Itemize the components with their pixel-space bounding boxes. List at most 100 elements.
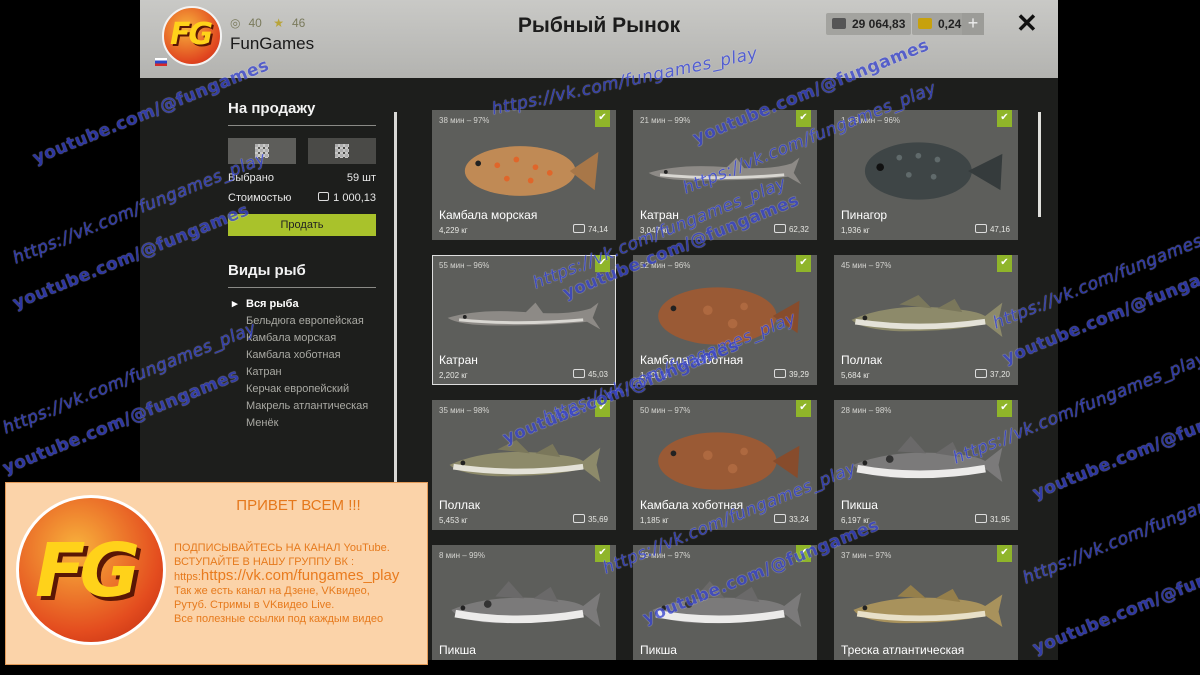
fish-name: Пикша [640,643,677,657]
check-icon[interactable]: ✔ [997,545,1012,562]
money-icon [572,369,585,378]
fish-type-item[interactable]: Менёк [228,417,376,429]
promo-line: Рутуб. Стримы в VKвидео Live. [174,599,335,611]
fish-time-quality: 38 мин – 97% [439,116,490,125]
fish-time-quality: 8 мин – 99% [439,551,485,560]
promo-banner: FG ПРИВЕТ ВСЕМ !!! ПОДПИСЫВАЙТЕСЬ НА КАН… [5,482,428,665]
promo-line: ПОДПИСЫВАЙТЕСЬ НА КАНАЛ YouTube. [174,542,390,554]
cost-label: Стоимостью [228,192,292,204]
promo-title: ПРИВЕТ ВСЕМ !!! [236,497,361,514]
fish-plaice-icon [464,146,599,196]
flag-icon [155,58,167,66]
fish-price: 74,14 [572,224,608,234]
fish-price: 39,29 [773,369,809,379]
fish-pollock-icon [851,295,1003,337]
fish-type-item[interactable]: Макрель атлантическая [228,400,376,412]
check-icon[interactable]: ✔ [796,400,811,417]
fish-card[interactable]: 52 мин – 96% ✔ Камбала хоботная 1,401 кг 39,… [633,255,817,385]
add-gold-button[interactable]: + [962,13,984,35]
selected-value: 59 шт [346,172,376,184]
money-icon [318,192,330,201]
promo-text: ПОДПИСЫВАЙТЕСЬ НА КАНАЛ YouTube. ВСТУПАЙ… [174,541,426,626]
money-value: 29 064,83 [852,17,906,31]
fish-price: 35,69 [572,514,608,524]
fish-price: 31,95 [974,514,1010,524]
fish-card[interactable]: 21 мин – 99% ✔ Катран 3,047 кг 62,32 [633,110,817,240]
fish-price-value: 37,20 [989,370,1010,379]
grid-view-small-button[interactable] [308,138,376,164]
fish-price-value: 47,16 [989,225,1010,234]
fish-price: 37,20 [974,369,1010,379]
fish-price-value: 74,14 [587,225,608,234]
fish-price: 45,03 [572,369,608,379]
money-icon [773,369,786,378]
selected-row: Выбрано 59 шт [228,172,376,184]
fish-type-item[interactable]: Керчак европейский [228,383,376,395]
fish-card[interactable]: 1 ч 3 мин – 96% ✔ Пинагор 1,936 кг 47,16 [834,110,1018,240]
gold-value: 0,24 [938,17,962,31]
promo-url[interactable]: https://vk.com/fungames_play [201,567,399,584]
fish-name: Пинагор [841,208,888,222]
money-icon [572,514,585,523]
check-icon[interactable]: ✔ [997,400,1012,417]
money-icon [572,224,585,233]
fish-price-value: 31,95 [989,515,1010,524]
check-icon[interactable]: ✔ [595,400,610,417]
fish-type-item[interactable]: Катран [228,366,376,378]
fish-name: Катран [439,353,478,367]
selected-label: Выбрано [228,172,274,184]
fish-time-quality: 49 мин – 97% [640,551,691,560]
channel-logo: FG [16,495,166,645]
sale-section-title: На продажу [228,100,376,126]
fish-time-quality: 45 мин – 97% [841,261,892,270]
money-icon [974,514,987,523]
check-icon[interactable]: ✔ [796,255,811,272]
check-icon[interactable]: ✔ [997,110,1012,127]
fish-time-quality: 21 мин – 99% [640,116,691,125]
fish-time-quality: 52 мин – 96% [640,261,691,270]
fish-name: Пикша [841,498,878,512]
fish-price-value: 33,24 [788,515,809,524]
fish-card[interactable]: 55 мин – 96% ✔ Катран 2,202 кг 45,03 [432,255,616,385]
fish-pollock-icon [449,440,601,482]
close-button[interactable]: ✕ [1016,8,1038,39]
fish-card[interactable]: 50 мин – 97% ✔ Камбала хоботная 1,185 кг 33,… [633,400,817,530]
cost-row: Стоимостью 1 000,13 [228,192,376,204]
fish-time-quality: 28 мин – 98% [841,406,892,415]
fish-price-value: 39,29 [788,370,809,379]
fish-time-quality: 37 мин – 97% [841,551,892,560]
check-icon[interactable]: ✔ [796,110,811,127]
check-icon[interactable]: ✔ [595,545,610,562]
fish-card[interactable]: 35 мин – 98% ✔ Поллак 5,453 кг 35,69 [432,400,616,530]
fish-weight: 6,197 кг [841,516,870,525]
fish-type-item[interactable]: Камбала хоботная [228,349,376,361]
fish-card[interactable]: 28 мин – 98% ✔ Пикша 6,197 кг 31,95 [834,400,1018,530]
fish-shark-icon [447,302,601,330]
sidebar-scrollbar[interactable] [394,112,397,482]
fish-type-item[interactable]: Камбала морская [228,332,376,344]
fish-card[interactable]: 38 мин – 97% ✔ Камбала морская 4,229 кг 74,1… [432,110,616,240]
check-icon[interactable]: ✔ [595,255,610,272]
grid-scrollbar[interactable] [1038,112,1041,217]
fish-type-item[interactable]: Вся рыба [228,298,376,310]
fish-price: 33,24 [773,514,809,524]
fish-shark-icon [648,157,802,185]
fish-types-title: Виды рыб [228,262,376,288]
check-icon[interactable]: ✔ [997,255,1012,272]
grid-view-large-button[interactable] [228,138,296,164]
fish-card[interactable]: 8 мин – 99% ✔ Пикша [432,545,616,660]
promo-url-prefix: https: [174,571,201,583]
fish-price-value: 62,32 [788,225,809,234]
sell-button[interactable]: Продать [228,214,376,236]
fish-haddock-icon [451,581,601,627]
fish-card[interactable]: 45 мин – 97% ✔ Поллак 5,684 кг 37,20 [834,255,1018,385]
check-icon[interactable]: ✔ [796,545,811,562]
fish-card[interactable]: 37 мин – 97% ✔ Треска атлантическая [834,545,1018,660]
fish-card[interactable]: 49 мин – 97% ✔ Пикша [633,545,817,660]
fish-type-item[interactable]: Бельдюга европейская [228,315,376,327]
fish-name: Камбала хоботная [640,353,744,367]
check-icon[interactable]: ✔ [595,110,610,127]
fish-name: Треска атлантическая [841,643,965,657]
gold-icon [918,18,932,29]
fish-weight: 1,185 кг [640,516,669,525]
